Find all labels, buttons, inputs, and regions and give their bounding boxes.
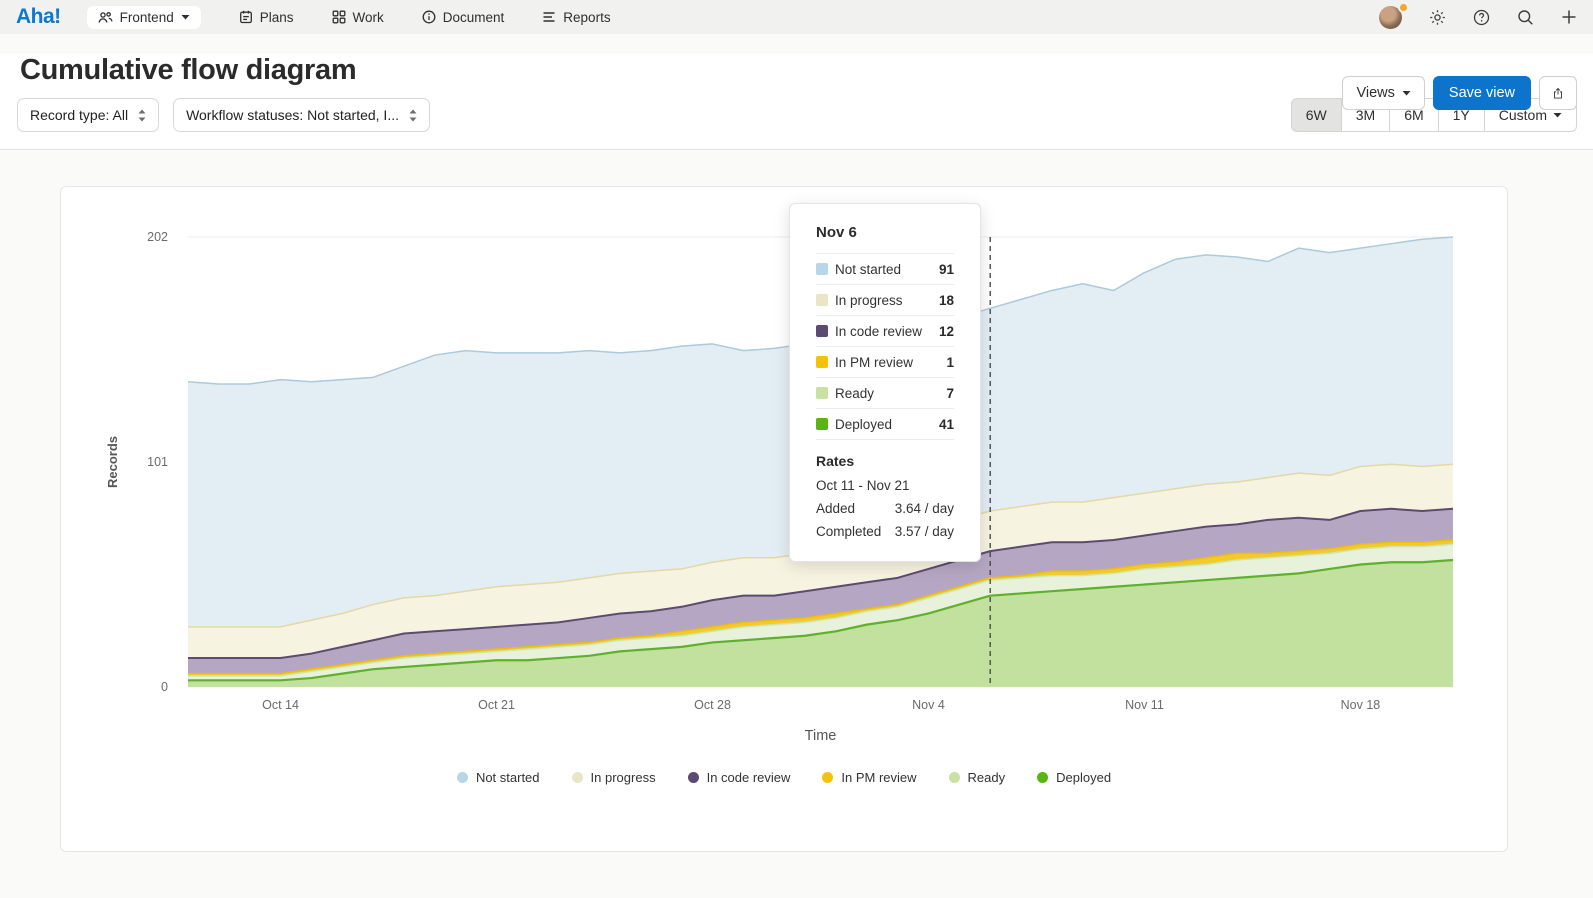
nav-item-label: Document	[442, 9, 505, 25]
nav-item-plans[interactable]: Plans	[239, 10, 294, 25]
legend-swatch	[948, 772, 960, 783]
tooltip-row-label: Not started	[835, 261, 902, 277]
search-icon[interactable]	[1517, 9, 1534, 26]
tooltip-row: Deployed 41	[816, 408, 954, 439]
user-avatar[interactable]	[1379, 1, 1409, 29]
legend-label: In progress	[590, 770, 656, 785]
legend-swatch	[456, 772, 468, 783]
legend-item-deployed[interactable]: Deployed	[1037, 770, 1111, 785]
chart-card: 0 101 202 Oct 14 Oct 21 Oct 28 Nov 4 Nov 11 Nov …	[60, 186, 1508, 852]
legend-item-in-pm-review[interactable]: In PM review	[822, 770, 917, 785]
rates-completed-row: Completed 3.57 / day	[816, 524, 954, 539]
x-tick-label: Oct 14	[262, 698, 299, 712]
x-tick-label: Nov 11	[1125, 698, 1164, 712]
aha-logo[interactable]: Aha!	[16, 5, 61, 29]
cumulative-flow-chart[interactable]: 0 101 202 Oct 14 Oct 21 Oct 28 Nov 4 Nov 11 Nov …	[61, 187, 1509, 853]
tooltip-row-value: 1	[946, 354, 954, 370]
clipboard-icon	[239, 10, 253, 24]
x-axis-title: Time	[805, 728, 837, 744]
sort-arrows-icon	[138, 109, 146, 121]
plus-icon[interactable]	[1561, 9, 1577, 25]
legend-item-in-progress[interactable]: In progress	[571, 770, 656, 785]
workspace-label: Frontend	[119, 9, 174, 25]
legend-swatch	[571, 772, 583, 783]
page-header: Cumulative flow diagram Views Save view …	[0, 54, 1593, 150]
legend-swatch	[822, 772, 834, 783]
tooltip-row-value: 18	[938, 292, 954, 308]
legend-swatch	[1037, 772, 1049, 783]
legend-label: In code review	[706, 770, 791, 785]
legend-item-in-code-review[interactable]: In code review	[687, 770, 791, 785]
tooltip-swatch	[816, 294, 828, 306]
x-tick-label: Nov 4	[912, 698, 945, 712]
nav-item-label: Plans	[259, 9, 294, 25]
x-tick-label: Oct 28	[694, 698, 731, 712]
y-tick-label: 0	[161, 680, 168, 694]
grid-icon	[332, 10, 346, 24]
y-tick-label: 202	[147, 230, 168, 244]
tooltip-row-value: 7	[946, 385, 954, 401]
workflow-statuses-filter[interactable]: Workflow statuses: Not started, I...	[173, 98, 430, 132]
range-button-6w[interactable]: 6W	[1290, 98, 1342, 132]
tooltip-row: In code review 12	[816, 315, 954, 346]
legend-label: Ready	[967, 770, 1006, 785]
chevron-down-icon	[181, 15, 190, 20]
save-view-button[interactable]: Save view	[1432, 76, 1531, 110]
tooltip-rates: Rates Oct 11 - Nov 21 Added 3.64 / day C…	[816, 439, 954, 539]
tooltip-row: Ready 7	[816, 377, 954, 408]
tooltip-swatch	[816, 263, 828, 275]
y-tick-label: 101	[147, 455, 168, 469]
nav-item-label: Work	[352, 9, 384, 25]
tooltip-swatch	[816, 325, 828, 337]
tooltip-swatch	[816, 418, 828, 430]
share-button[interactable]	[1539, 76, 1577, 110]
x-tick-label: Oct 21	[478, 698, 515, 712]
tooltip-row-value: 91	[938, 261, 954, 277]
tooltip-row-label: In code review	[835, 323, 923, 339]
chart-legend: Not started In progress In code review In P…	[61, 770, 1507, 785]
tooltip-date: Nov 6	[816, 224, 857, 241]
x-tick-label: Nov 18	[1341, 698, 1381, 712]
notification-dot	[1398, 1, 1409, 13]
settings-gear-icon[interactable]	[1429, 9, 1446, 26]
tooltip-row: In PM review 1	[816, 346, 954, 377]
tooltip-row-label: In PM review	[835, 354, 914, 370]
rates-range: Oct 11 - Nov 21	[816, 478, 910, 493]
rates-heading: Rates	[816, 453, 855, 469]
help-icon[interactable]	[1473, 9, 1490, 26]
legend-item-not-started[interactable]: Not started	[456, 770, 540, 785]
sort-arrows-icon	[409, 109, 417, 121]
chart-tooltip: Nov 6 Not started 91 In progress 18 In code …	[789, 203, 981, 562]
workspace-selector[interactable]: Frontend	[86, 5, 201, 29]
users-icon	[98, 11, 113, 24]
tooltip-row-value: 12	[938, 323, 954, 339]
tooltip-row: Not started 91	[816, 253, 954, 284]
report-lines-icon	[542, 10, 556, 24]
chevron-down-icon	[1402, 91, 1411, 96]
legend-swatch	[687, 772, 699, 783]
top-navbar: Aha! Frontend Plans Work Document Report…	[0, 0, 1593, 34]
tooltip-row-value: 41	[938, 416, 954, 432]
share-export-icon	[1554, 87, 1562, 98]
rates-added-row: Added 3.64 / day	[816, 501, 954, 516]
tooltip-swatch	[816, 387, 828, 399]
nav-item-label: Reports	[563, 9, 611, 25]
legend-label: Deployed	[1056, 770, 1112, 785]
tooltip-row: In progress 18	[816, 284, 954, 315]
nav-item-work[interactable]: Work	[332, 10, 384, 25]
chevron-down-icon	[1553, 113, 1562, 118]
tooltip-row-label: Deployed	[835, 416, 893, 432]
legend-item-ready[interactable]: Ready	[948, 770, 1006, 785]
info-circle-icon	[422, 10, 436, 24]
nav-item-document[interactable]: Document	[422, 9, 505, 25]
record-type-filter[interactable]: Record type: All	[17, 98, 160, 132]
y-axis-title: Records	[105, 436, 120, 488]
tooltip-row-label: In progress	[835, 292, 903, 308]
tooltip-row-label: Ready	[835, 385, 875, 401]
legend-label: In PM review	[841, 770, 917, 785]
tooltip-swatch	[816, 356, 828, 368]
nav-item-reports[interactable]: Reports	[542, 9, 611, 25]
legend-label: Not started	[475, 770, 540, 785]
views-button[interactable]: Views	[1342, 76, 1425, 110]
